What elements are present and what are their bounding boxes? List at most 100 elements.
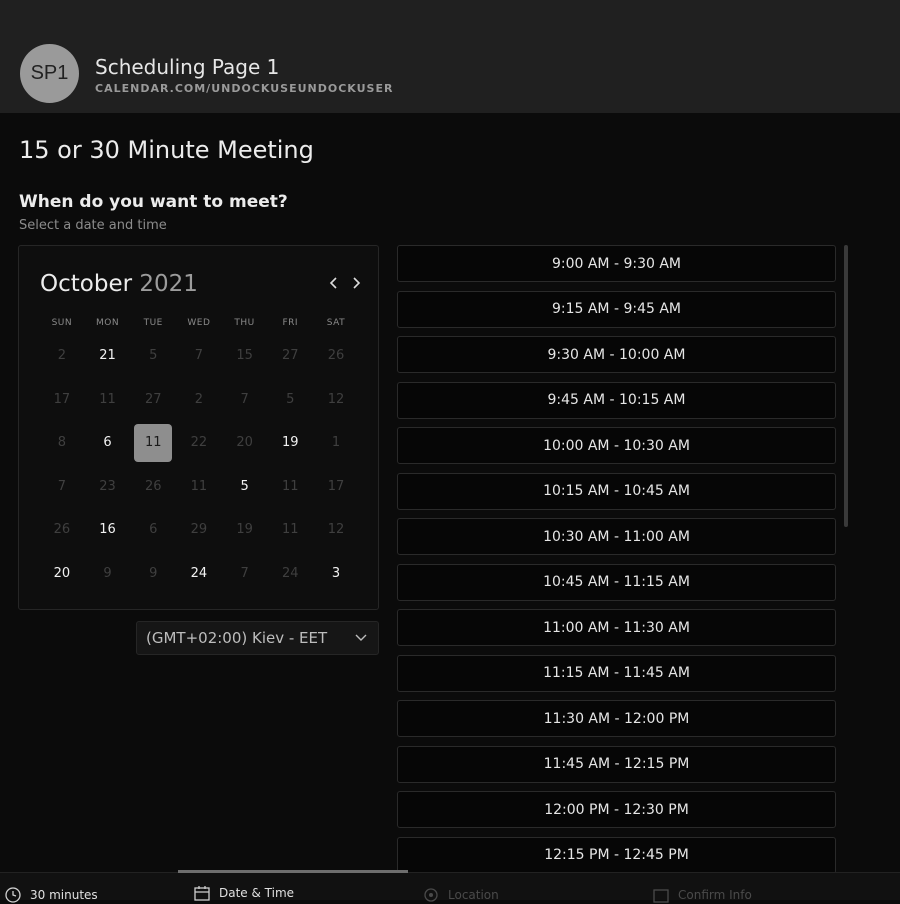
calendar-week-row: 2 21 5 7 15 27 26 (39, 334, 359, 378)
time-slot-scrollbar[interactable] (844, 245, 848, 527)
calendar-day: 7 (176, 334, 222, 378)
weekday-label: SUN (51, 318, 73, 328)
step-date-time-label: Date & Time (219, 886, 295, 900)
day-number: 26 (327, 348, 345, 364)
calendar-day: 7 (222, 552, 268, 596)
day-number: 26 (144, 478, 162, 494)
calendar-day: 26 (39, 508, 85, 552)
calendar-day: 29 (176, 508, 222, 552)
day-number: 7 (240, 565, 249, 581)
time-slot-button[interactable]: 9:15 AM - 9:45 AM (397, 290, 836, 328)
calendar-day: 11 (267, 508, 313, 552)
calendar-day: 22 (176, 421, 222, 465)
calendar-month-label: October 2021 (40, 271, 198, 297)
calendar-day[interactable]: 20 (39, 552, 85, 596)
day-number: 20 (53, 565, 71, 581)
calendar-day: 6 (130, 508, 176, 552)
calendar-day: 2 (176, 378, 222, 422)
weekday-header: SUN MON TUE WED THU FRI SAT (39, 318, 359, 328)
step-duration[interactable]: 30 minutes (4, 886, 98, 904)
step-date-time[interactable]: Date & Time (193, 884, 294, 902)
step-confirm-info[interactable]: Confirm Info (652, 886, 752, 904)
month-name: October (40, 271, 133, 297)
calendar-week-row: 7 23 26 11 5 11 17 (39, 465, 359, 509)
time-slot-button[interactable]: 11:15 AM - 11:45 AM (397, 654, 836, 692)
day-number: 7 (57, 478, 66, 494)
calendar-day: 12 (313, 508, 359, 552)
time-slot-button[interactable]: 9:45 AM - 10:15 AM (397, 381, 836, 419)
day-number: 11 (282, 478, 299, 494)
calendar-day[interactable]: 6 (85, 421, 131, 465)
weekday-label: WED (187, 318, 211, 328)
time-slot-button[interactable]: 11:30 AM - 12:00 PM (397, 700, 836, 737)
year-name: 2021 (139, 271, 198, 297)
step-progress-indicator (178, 870, 408, 873)
calendar-day: 7 (39, 465, 85, 509)
calendar-week-row: 8 6 11 22 20 19 1 (39, 421, 359, 465)
chevron-left-icon (329, 277, 337, 289)
calendar-grid: 2 21 5 7 15 27 26 17 11 27 2 7 5 12 8 6 11 22 20 19 1 7 23 26 11… (39, 334, 359, 595)
day-number: 17 (327, 478, 345, 494)
calendar-day[interactable]: 16 (85, 508, 131, 552)
calendar-day[interactable]: 5 (222, 465, 268, 509)
day-number: 15 (236, 348, 253, 364)
day-number: 24 (282, 565, 299, 581)
calendar-day[interactable]: 24 (176, 552, 222, 596)
prev-month-button[interactable] (326, 272, 342, 294)
calendar-day: 11 (176, 465, 222, 509)
calendar-day: 5 (267, 378, 313, 422)
time-slot-button[interactable]: 10:00 AM - 10:30 AM (397, 427, 836, 464)
day-number: 24 (190, 565, 208, 581)
day-number: 5 (149, 348, 158, 364)
chevron-right-icon (353, 277, 361, 289)
time-slot-button[interactable]: 10:30 AM - 11:00 AM (397, 518, 836, 555)
day-number: 8 (57, 435, 66, 451)
clock-icon (5, 887, 21, 903)
day-number: 11 (134, 423, 173, 462)
day-number: 19 (282, 435, 299, 451)
day-number: 6 (149, 522, 158, 538)
calendar-day: 11 (267, 465, 313, 509)
time-slot-button[interactable]: 11:00 AM - 11:30 AM (397, 609, 836, 646)
calendar-icon (194, 886, 210, 901)
calendar-day: 26 (130, 465, 176, 509)
calendar-day[interactable]: 21 (85, 334, 131, 378)
calendar-day-selected[interactable]: 11 (130, 421, 176, 465)
day-number: 20 (236, 435, 253, 451)
weekday-label: MON (95, 318, 120, 328)
day-number: 27 (282, 348, 299, 364)
time-slot-button[interactable]: 9:00 AM - 9:30 AM (397, 245, 836, 282)
calendar-day: 5 (130, 334, 176, 378)
calendar-day: 15 (222, 334, 268, 378)
next-month-button[interactable] (348, 272, 364, 294)
day-number: 7 (194, 348, 204, 364)
day-number: 5 (240, 478, 249, 494)
day-number: 11 (282, 522, 299, 538)
time-slot-button[interactable]: 10:15 AM - 10:45 AM (397, 472, 836, 510)
day-number: 27 (144, 391, 162, 407)
time-slot-button[interactable]: 9:30 AM - 10:00 AM (397, 336, 836, 373)
time-slot-button[interactable]: 12:15 PM - 12:45 PM (397, 836, 836, 874)
calendar-day: 17 (39, 378, 85, 422)
day-number: 9 (149, 565, 158, 581)
day-number: 7 (240, 391, 249, 407)
calendar-day[interactable]: 3 (313, 552, 359, 596)
scheduling-page-title: Scheduling Page 1 (95, 55, 280, 79)
step-location[interactable]: Location (422, 886, 499, 904)
time-slot-button[interactable]: 12:00 PM - 12:30 PM (397, 791, 836, 828)
day-number: 16 (99, 522, 116, 538)
calendar-day: 1 (313, 421, 359, 465)
weekday-label: THU (234, 318, 255, 328)
time-slot-button[interactable]: 11:45 AM - 12:15 PM (397, 745, 836, 783)
calendar-day: 9 (85, 552, 131, 596)
chevron-down-icon (355, 634, 367, 641)
location-pin-icon (424, 888, 438, 902)
calendar-day: 17 (313, 465, 359, 509)
calendar-week-row: 20 9 9 24 7 24 3 (39, 552, 359, 596)
day-number: 29 (190, 522, 208, 538)
day-number: 23 (99, 478, 116, 494)
timezone-select[interactable]: (GMT+02:00) Kiev - EET (136, 621, 379, 655)
avatar: SP1 (20, 44, 79, 103)
calendar-day[interactable]: 19 (267, 421, 313, 465)
time-slot-button[interactable]: 10:45 AM - 11:15 AM (397, 563, 836, 601)
